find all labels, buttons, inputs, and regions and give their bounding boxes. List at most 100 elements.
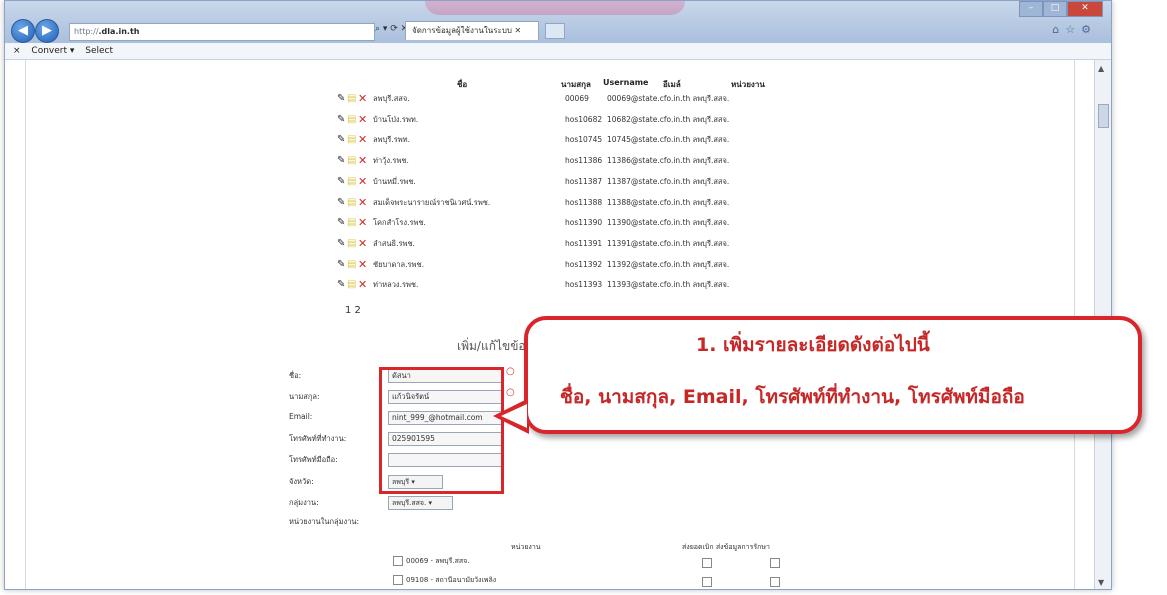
scroll-up-icon[interactable]: ▲ [1098, 64, 1104, 73]
group-value: ลพบุรี.สสจ. [392, 499, 427, 507]
row-username: hos11391 [565, 238, 603, 248]
edit-pencil-icon[interactable]: ✎ [337, 258, 345, 272]
table-row: ✎ ▤ ✕ โคกสำโรง.รพช. hos11390 11390@state.cfo.… [337, 216, 797, 230]
row-email: 11391@state.cfo.in.th ลพบุรี.สสจ. [607, 238, 730, 248]
row-email: 11388@state.cfo.in.th ลพบุรี.สสจ. [607, 197, 730, 207]
label-first-name: ชื่อ: [289, 371, 302, 380]
row-username: hos11393 [565, 280, 603, 290]
delete-x-icon[interactable]: ✕ [358, 154, 367, 168]
row-name: ลำสนธิ.รพช. [373, 238, 415, 248]
edit-pencil-icon[interactable]: ✎ [337, 154, 345, 168]
unit-row[interactable]: 00069 - ลพบุรี.สสจ. [393, 556, 469, 567]
header-username: Username [603, 78, 649, 87]
delete-x-icon[interactable]: ✕ [358, 216, 367, 230]
edit-pencil-icon[interactable]: ✎ [337, 92, 345, 106]
star-icon[interactable]: ☆ [1065, 23, 1081, 36]
delete-x-icon[interactable]: ✕ [358, 196, 367, 210]
delete-x-icon[interactable]: ✕ [358, 278, 367, 292]
document-icon[interactable]: ▤ [347, 258, 356, 272]
edit-pencil-icon[interactable]: ✎ [337, 278, 345, 292]
convert-button[interactable]: Convert [31, 46, 67, 56]
title-bar: – □ ✕ ◀ ▶ http://.dla.in.th ⌕ ▾ ⟳ ✕ จัดก… [5, 1, 1111, 43]
table-row: ✎ ▤ ✕ ลำสนธิ.รพช. hos11391 11391@state.cfo.in… [337, 237, 797, 251]
label-province: จังหวัด: [289, 477, 314, 486]
home-icon[interactable]: ⌂ [1052, 23, 1065, 36]
close-icon[interactable]: × [13, 46, 21, 56]
document-icon[interactable]: ▤ [347, 133, 356, 147]
scroll-down-icon[interactable]: ▼ [1098, 578, 1104, 587]
delete-x-icon[interactable]: ✕ [358, 92, 367, 106]
close-window-button[interactable]: ✕ [1067, 1, 1103, 17]
tab-active[interactable]: จัดการข้อมูลผู้ใช้งานในระบบ ✕ [405, 21, 539, 40]
new-tab-button[interactable] [545, 23, 565, 39]
document-icon[interactable]: ▤ [347, 216, 356, 230]
province-value: ลพบุรี [392, 478, 410, 486]
row-name: ลพบุรี.รพท. [373, 135, 411, 145]
province-select[interactable]: ลพบุรี ▾ [388, 475, 443, 489]
minimize-button[interactable]: – [1019, 1, 1043, 17]
row-name: ท่าหลวง.รพช. [373, 280, 419, 290]
address-domain: .dla.in.th [98, 27, 140, 36]
delete-x-icon[interactable]: ✕ [358, 113, 367, 127]
row-username: hos11387 [565, 176, 603, 186]
table-row: ✎ ▤ ✕ บ้านโป่ง.รพท. hos10682 10682@state.cfo.… [337, 113, 797, 127]
edit-pencil-icon[interactable]: ✎ [337, 196, 345, 210]
delete-x-icon[interactable]: ✕ [358, 133, 367, 147]
document-icon[interactable]: ▤ [347, 154, 356, 168]
row-username: hos11392 [565, 259, 603, 269]
row-name: บ้านโป่ง.รพท. [373, 114, 419, 124]
document-icon[interactable]: ▤ [347, 278, 356, 292]
address-url: http:// [74, 27, 99, 36]
document-icon[interactable]: ▤ [347, 92, 356, 106]
table-row: ✎ ▤ ✕ สมเด็จพระนารายณ์ราชนิเวศน์.รพช. hos113… [337, 196, 797, 210]
unit-label: 00069 - ลพบุรี.สสจ. [406, 557, 470, 565]
unit-checkbox[interactable] [393, 556, 403, 566]
delete-x-icon[interactable]: ✕ [358, 258, 367, 272]
delete-x-icon[interactable]: ✕ [358, 175, 367, 189]
select-button[interactable]: Select [85, 46, 113, 56]
forward-button[interactable]: ▶ [35, 19, 59, 43]
group-select[interactable]: ลพบุรี.สสจ. ▾ [388, 496, 453, 510]
row-name: บ้านหมี่.รพช. [373, 176, 416, 186]
scroll-thumb[interactable] [1098, 104, 1109, 128]
right-column-header: ส่งยอดเบิก ส่งข้อมูลการรักษา [682, 543, 770, 551]
edit-pencil-icon[interactable]: ✎ [337, 175, 345, 189]
document-icon[interactable]: ▤ [347, 175, 356, 189]
row-email: 11386@state.cfo.in.th ลพบุรี.สสจ. [607, 156, 730, 166]
edit-pencil-icon[interactable]: ✎ [337, 113, 345, 127]
document-icon[interactable]: ▤ [347, 113, 356, 127]
table-row: ✎ ▤ ✕ ชัยบาดาล.รพช. hos11392 11392@state.cfo.… [337, 258, 797, 272]
document-icon[interactable]: ▤ [347, 196, 356, 210]
send-claim-checkbox[interactable] [702, 558, 712, 568]
edit-pencil-icon[interactable]: ✎ [337, 216, 345, 230]
row-username: hos11388 [565, 197, 603, 207]
required-icon: ○ [506, 366, 515, 377]
browser-right-icons[interactable]: ⌂☆⚙ [1052, 23, 1097, 36]
edit-pencil-icon[interactable]: ✎ [337, 237, 345, 251]
unit-row[interactable]: 09108 - สถานีอนามัยวังเพลิง [393, 575, 496, 586]
header-unit: หน่วยงาน [731, 80, 765, 89]
gear-icon[interactable]: ⚙ [1081, 23, 1097, 36]
unit-checkbox[interactable] [393, 575, 403, 585]
maximize-button[interactable]: □ [1043, 1, 1067, 17]
pagination[interactable]: 1 2 [345, 305, 361, 316]
row-name: ท่าวุ้ง.รพช. [373, 156, 409, 166]
send-treatment-checkbox[interactable] [770, 577, 780, 587]
edit-pencil-icon[interactable]: ✎ [337, 133, 345, 147]
address-bar[interactable]: http://.dla.in.th [69, 23, 375, 41]
row-name: ชัยบาดาล.รพช. [373, 259, 424, 269]
back-button[interactable]: ◀ [11, 19, 35, 43]
document-icon[interactable]: ▤ [347, 237, 356, 251]
delete-x-icon[interactable]: ✕ [358, 237, 367, 251]
send-treatment-checkbox[interactable] [770, 558, 780, 568]
send-claim-checkbox[interactable] [702, 577, 712, 587]
table-row: ✎ ▤ ✕ ท่าวุ้ง.รพช. hos11386 11386@state.cfo.i… [337, 154, 797, 168]
row-name: โคกสำโรง.รพช. [373, 218, 426, 228]
label-units: หน่วยงานในกลุ่มงาน: [289, 517, 360, 526]
required-icon: ○ [506, 387, 515, 398]
unit-column-header: หน่วยงาน [511, 543, 541, 551]
address-actions[interactable]: ⌕ ▾ ⟳ ✕ [375, 24, 408, 34]
table-row: ✎ ▤ ✕ ท่าหลวง.รพช. hos11393 11393@state.cfo.i… [337, 278, 797, 292]
row-name: ลพบุรี.สสจ. [373, 94, 410, 103]
header-email: อีเมล์ [663, 80, 681, 89]
